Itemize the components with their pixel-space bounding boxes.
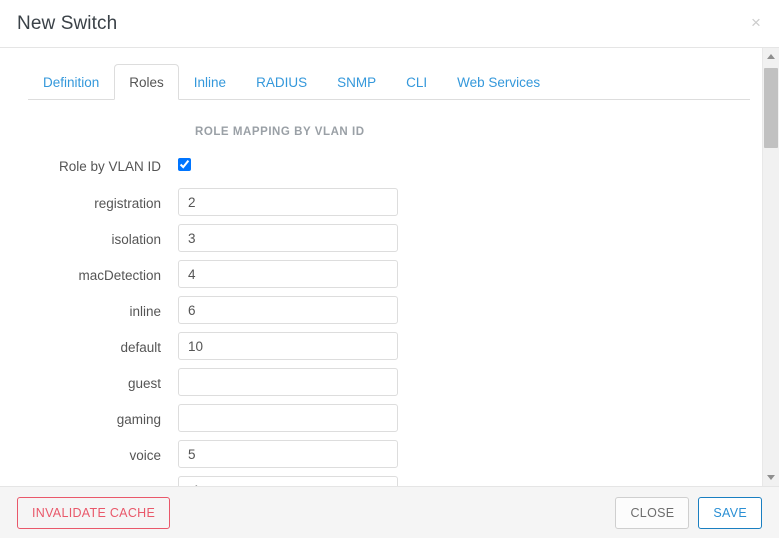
form-row-isolation: isolation <box>0 224 762 256</box>
tab-definition[interactable]: Definition <box>28 64 114 100</box>
modal-body: Definition Roles Inline RADIUS SNMP CLI … <box>0 48 779 486</box>
tab-radius[interactable]: RADIUS <box>241 64 322 100</box>
input-inline[interactable] <box>178 296 398 324</box>
form-row-role-by-vlan-id: Role by VLAN ID <box>0 154 762 184</box>
form-row-inline: inline <box>0 296 762 328</box>
input-gaming[interactable] <box>178 404 398 432</box>
scroll-down-arrow-icon[interactable] <box>763 469 779 486</box>
label-guest: guest <box>127 376 161 391</box>
tab-inline[interactable]: Inline <box>179 64 241 100</box>
input-isolation[interactable] <box>178 224 398 252</box>
section-legend: ROLE MAPPING BY VLAN ID <box>195 126 365 138</box>
label-isolation: isolation <box>111 232 161 247</box>
label-voice: voice <box>129 448 161 463</box>
form-row-gaming: gaming <box>0 404 762 436</box>
modal-footer: INVALIDATE CACHE CLOSE SAVE <box>0 486 779 538</box>
tab-snmp[interactable]: SNMP <box>322 64 391 100</box>
input-reject[interactable] <box>178 476 398 486</box>
tab-roles[interactable]: Roles <box>114 64 179 100</box>
scroll-up-arrow-icon[interactable] <box>763 48 779 65</box>
page-title: New Switch <box>17 13 118 34</box>
input-guest[interactable] <box>178 368 398 396</box>
input-macdetection[interactable] <box>178 260 398 288</box>
role-mapping-form: Role by VLAN ID registration isolation m… <box>0 154 762 486</box>
scrollbar-thumb[interactable] <box>764 68 778 148</box>
form-row-voice: voice <box>0 440 762 472</box>
save-button[interactable]: SAVE <box>698 496 762 529</box>
new-switch-modal: New Switch × Definition Roles Inline RAD… <box>0 0 779 538</box>
close-button[interactable]: CLOSE <box>615 496 690 529</box>
modal-header: New Switch × <box>0 0 779 48</box>
tab-bar: Definition Roles Inline RADIUS SNMP CLI … <box>28 64 750 100</box>
invalidate-cache-button[interactable]: INVALIDATE CACHE <box>17 496 171 529</box>
form-row-default: default <box>0 332 762 364</box>
label-gaming: gaming <box>116 412 161 427</box>
vertical-scrollbar[interactable] <box>762 48 779 486</box>
checkbox-role-by-vlan-id[interactable] <box>178 158 191 171</box>
tab-cli[interactable]: CLI <box>391 64 442 100</box>
modal-body-scroll-content: Definition Roles Inline RADIUS SNMP CLI … <box>0 48 762 486</box>
input-default[interactable] <box>178 332 398 360</box>
form-row-guest: guest <box>0 368 762 400</box>
close-icon[interactable]: × <box>745 12 767 34</box>
label-registration: registration <box>94 196 161 211</box>
label-role-by-vlan-id: Role by VLAN ID <box>58 159 161 174</box>
form-row-macdetection: macDetection <box>0 260 762 292</box>
tab-web-services[interactable]: Web Services <box>442 64 555 100</box>
form-row-reject: REJECT <box>0 476 762 486</box>
label-default: default <box>120 340 161 355</box>
input-voice[interactable] <box>178 440 398 468</box>
form-row-registration: registration <box>0 188 762 220</box>
label-macdetection: macDetection <box>78 268 161 283</box>
label-inline: inline <box>129 304 161 319</box>
label-reject: REJECT <box>0 476 178 486</box>
input-registration[interactable] <box>178 188 398 216</box>
